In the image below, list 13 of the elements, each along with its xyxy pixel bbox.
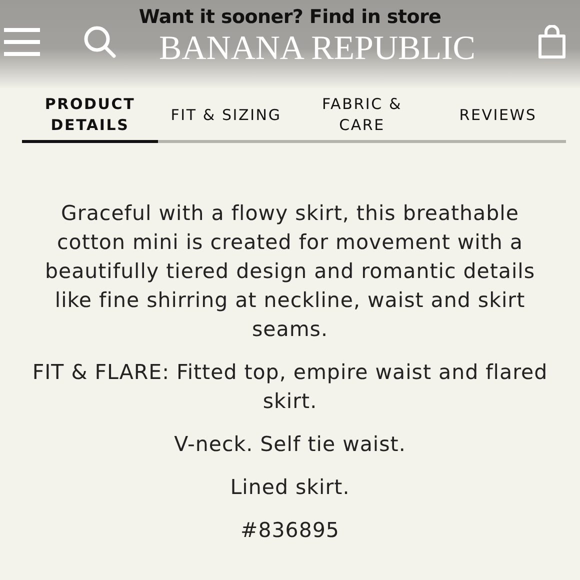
menu-icon[interactable] bbox=[4, 28, 40, 56]
description-text: #836895 bbox=[240, 517, 340, 544]
tab[interactable]: FABRIC & CARE bbox=[294, 88, 430, 143]
tab[interactable]: PRODUCT DETAILS bbox=[22, 88, 158, 143]
promo-text[interactable]: Want it sooner? Find in store bbox=[0, 6, 580, 28]
search-icon[interactable] bbox=[82, 25, 117, 59]
description-text: FIT & FLARE: Fitted top, empire waist and flared skirt. bbox=[31, 359, 549, 415]
description-text: Lined skirt. bbox=[230, 474, 350, 501]
tab[interactable]: REVIEWS bbox=[430, 88, 566, 143]
description-text: Graceful with a flowy skirt, this breathable cotton mini is created for movement with a beautifully tiered design and romantic details like fine shirring at neckline, waist and skirt seams. bbox=[44, 200, 536, 343]
bag-icon[interactable] bbox=[538, 25, 566, 59]
description-text: V-neck. Self tie waist. bbox=[174, 431, 406, 458]
tab[interactable]: FIT & SIZING bbox=[158, 88, 294, 143]
